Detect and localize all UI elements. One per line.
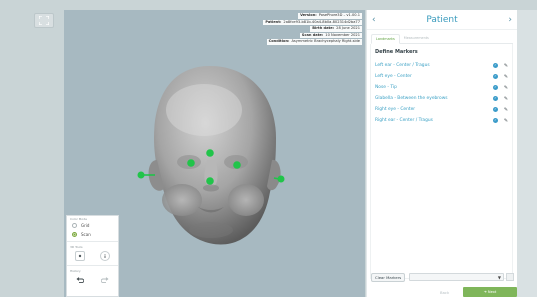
marker-label: Right ear - Center / Tragus (375, 118, 433, 123)
marker-row[interactable]: Left ear - Center / Tragus ✓ ✎ (371, 60, 512, 71)
info-version: Version: PosePhore3D – v1.00.1 (298, 13, 362, 19)
marker-label: Left ear - Center / Tragus (375, 63, 430, 68)
info-condition: Condition: Asymmetric Brachycephaly Right… (266, 39, 362, 45)
pencil-icon[interactable]: ✎ (503, 63, 509, 69)
marker-select[interactable]: ▼ (409, 273, 504, 281)
marker-row[interactable]: Glabella - Between the eyebrows ✓ ✎ (371, 93, 512, 104)
tab-landmarks[interactable]: Landmarks (371, 34, 400, 44)
info-icon[interactable] (100, 251, 111, 261)
radio-scan-label: Scan (81, 232, 91, 237)
check-icon: ✓ (493, 63, 498, 68)
pencil-icon[interactable]: ✎ (503, 74, 509, 80)
target-icon[interactable] (74, 251, 85, 261)
divider (67, 265, 118, 266)
info-scan-date: Scan date: 10 November 2021 (299, 32, 362, 39)
back-button[interactable]: Back (440, 290, 449, 295)
markers-card: Define Markers Left ear - Center / Tragu… (370, 44, 513, 279)
panel-title: Patient (426, 14, 458, 25)
section-title: Define Markers (375, 49, 418, 55)
panel-footer: Clear Markers ▼ (371, 272, 514, 282)
expand-icon (39, 16, 49, 25)
radio-scan-button[interactable] (72, 232, 77, 237)
panel-header: ‹ Patient › (367, 10, 517, 30)
pencil-icon[interactable]: ✎ (503, 85, 509, 91)
check-icon: ✓ (493, 118, 498, 123)
redo-icon[interactable] (100, 275, 110, 285)
scan-info-panel: Version: PosePhore3D – v1.00.1 Patient: 2a… (262, 13, 362, 46)
pencil-icon[interactable]: ✎ (503, 107, 509, 113)
check-icon: ✓ (493, 85, 498, 90)
marker-label: Right eye - Center (375, 107, 416, 112)
info-patient: Patient: 2a8fce93-b81b-40a4-8b0a-802314d2… (263, 19, 362, 26)
pencil-icon[interactable]: ✎ (503, 118, 509, 124)
next-button-label: Next (487, 290, 497, 294)
tools-row (67, 249, 118, 263)
check-icon: ✓ (493, 107, 498, 112)
next-button[interactable]: ➔ Next (463, 287, 517, 297)
chevron-down-icon: ▼ (497, 275, 501, 280)
radio-grid-label: Grid (81, 223, 90, 228)
window-edge (517, 10, 537, 297)
marker-label: Glabella - Between the eyebrows (375, 96, 448, 101)
marker-label: Nose - Tip (375, 85, 397, 90)
radio-grid[interactable]: Grid (67, 221, 118, 230)
info-birth-date: Birth date: 28 June 2021 (310, 26, 362, 32)
marker-row[interactable]: Right ear - Center / Tragus ✓ ✎ (371, 115, 512, 126)
chevron-left-icon[interactable]: ‹ (372, 15, 376, 25)
chevron-right-icon[interactable]: › (508, 15, 512, 25)
marker-row[interactable]: Nose - Tip ✓ ✎ (371, 82, 512, 93)
fullscreen-button[interactable] (34, 13, 54, 28)
divider (67, 241, 118, 242)
undo-icon[interactable] (75, 275, 85, 285)
marker-label: Left eye - Center (375, 74, 412, 79)
radio-grid-button[interactable] (72, 223, 77, 228)
marker-row[interactable]: Right eye - Center ✓ ✎ (371, 104, 512, 115)
marker-row[interactable]: Left eye - Center ✓ ✎ (371, 71, 512, 82)
pencil-icon[interactable]: ✎ (503, 96, 509, 102)
check-icon: ✓ (493, 96, 498, 101)
wizard-nav: Back ➔ Next (366, 287, 517, 297)
tab-measurements[interactable]: Measurements (400, 34, 433, 43)
panel-tabs: Landmarks Measurements (371, 34, 513, 44)
add-marker-button[interactable] (506, 273, 514, 281)
radio-scan[interactable]: Scan (67, 230, 118, 239)
history-row (67, 273, 118, 287)
check-icon: ✓ (493, 74, 498, 79)
viewer-controls: Color Mode Grid Scan 3D Tools History (66, 215, 119, 297)
clear-markers-button[interactable]: Clear Markers (371, 272, 406, 282)
